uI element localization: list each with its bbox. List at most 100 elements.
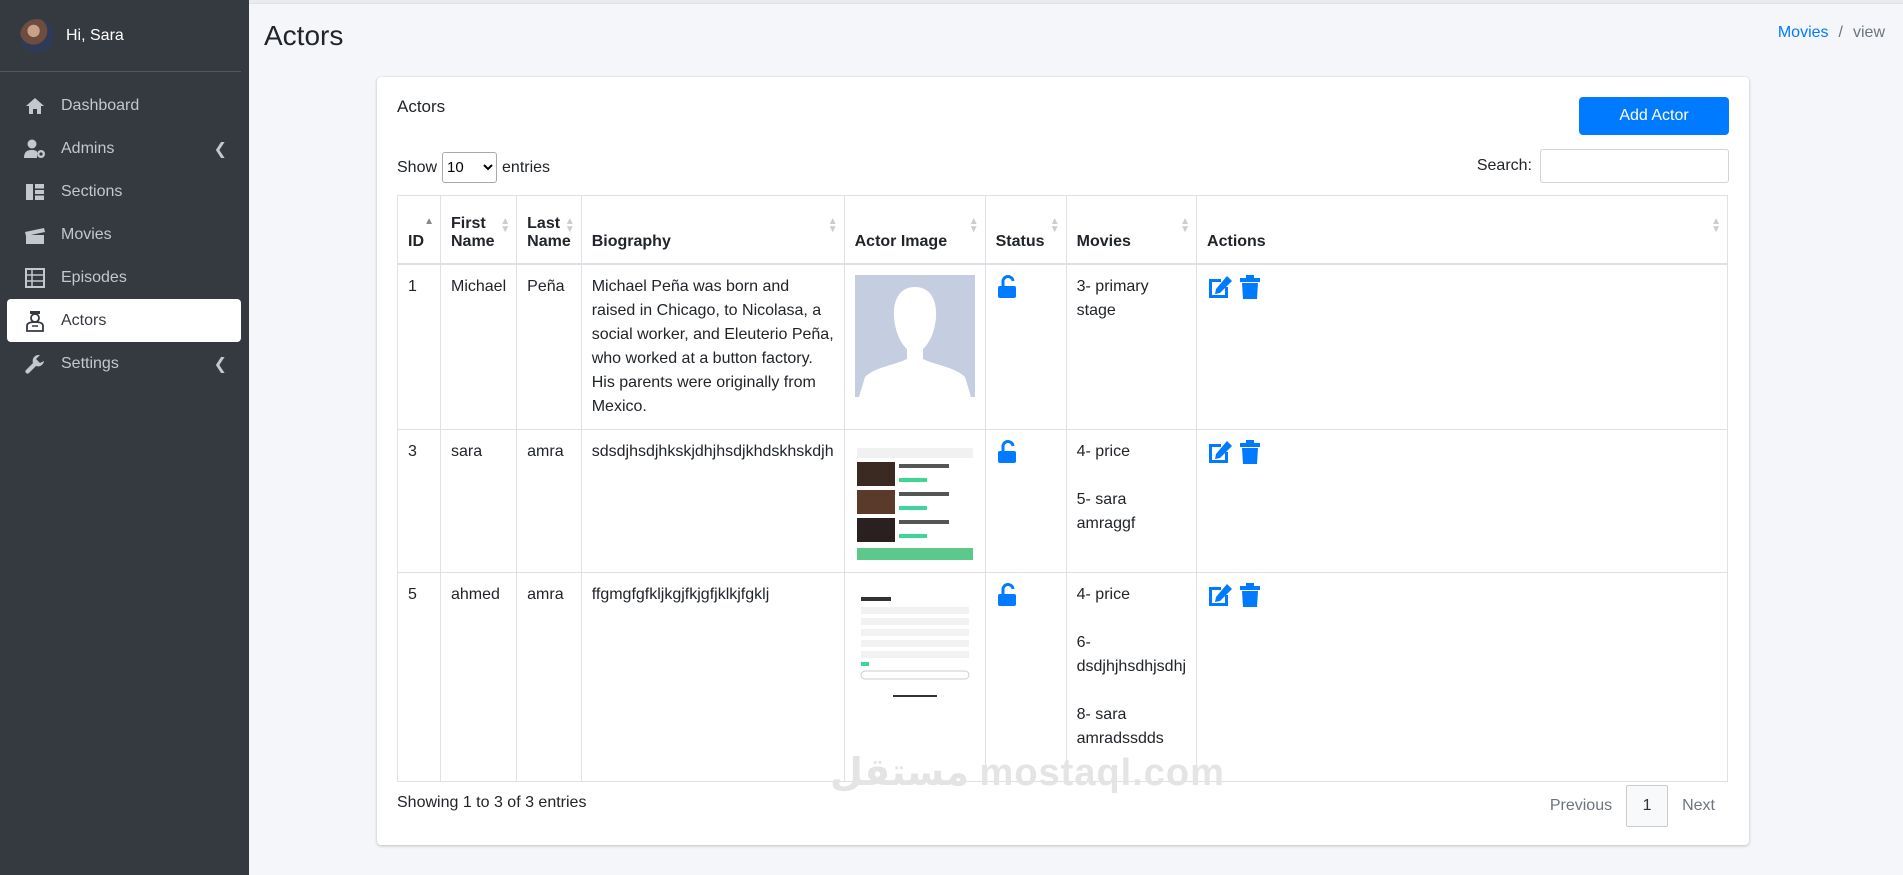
movie-item: 8- sara amradssdds xyxy=(1076,706,1164,747)
table-row: 1 Michael Peña Michael Peña was born and… xyxy=(397,263,1728,430)
sidebar-item-label: Admins xyxy=(61,139,115,157)
sidebar-item-label: Actors xyxy=(61,311,107,329)
search-label: Search: xyxy=(1476,157,1532,174)
breadcrumb-link-movies[interactable]: Movies xyxy=(1778,24,1829,41)
cell-first-name: sara xyxy=(439,429,518,573)
edit-icon[interactable] xyxy=(1207,583,1233,607)
chevron-left-icon: ❮ xyxy=(213,140,227,158)
unlock-icon[interactable] xyxy=(996,582,1020,607)
unlock-icon[interactable] xyxy=(996,274,1020,299)
movie-item: 3- primary stage xyxy=(1076,278,1149,319)
sidebar-item-label: Dashboard xyxy=(61,96,140,114)
column-header-actor-image[interactable]: Actor Image ▲ ▼ xyxy=(843,195,986,265)
sort-icon: ▲ ▼ xyxy=(1711,216,1721,235)
sidebar-item-episodes[interactable]: Episodes xyxy=(7,256,241,299)
cell-id: 3 xyxy=(397,429,441,573)
cell-first-name: ahmed xyxy=(439,572,518,782)
cell-status xyxy=(984,263,1067,430)
cell-movies: 3- primary stage xyxy=(1065,263,1198,430)
length-prefix: Show xyxy=(397,158,438,176)
clapperboard-icon xyxy=(23,225,47,245)
entries-length-control: Show 10 entries xyxy=(397,152,550,183)
actor-placeholder-image xyxy=(854,275,975,397)
cell-last-name: Peña xyxy=(516,263,582,430)
column-header-first-name[interactable]: First Name ▲ ▼ xyxy=(439,195,518,265)
search-control: Search: xyxy=(1477,149,1729,183)
cell-movies: 4- price 5- sara amraggf xyxy=(1065,429,1198,573)
episodes-icon xyxy=(23,267,47,288)
cell-status xyxy=(984,429,1067,573)
top-navbar xyxy=(249,0,1903,4)
actor-screenshot-image xyxy=(854,440,975,562)
sidebar-nav: Dashboard Admins ❮ Sections Movies Episo… xyxy=(0,84,249,385)
actor-icon xyxy=(23,310,47,332)
breadcrumb-separator: / xyxy=(1838,24,1843,41)
entries-length-select[interactable]: 10 xyxy=(442,152,498,183)
watermark: مستقل mostaql.com xyxy=(830,752,1225,794)
sort-icon: ▲ ▼ xyxy=(968,216,979,235)
page-1-button[interactable]: 1 xyxy=(1626,785,1669,827)
sidebar-item-label: Movies xyxy=(61,225,112,243)
actors-card: Actors Add Actor Show 10 entries Search:… xyxy=(377,77,1749,845)
sort-icon: ▲ ▼ xyxy=(827,216,838,235)
column-header-id[interactable]: ID ▲ xyxy=(397,195,441,265)
card-title: Actors xyxy=(397,97,446,116)
pagination: Previous 1 Next xyxy=(1536,785,1729,827)
table-header-row: ID ▲ First Name ▲ ▼ Last Name ▲ ▼ Biography ▲ ▼… xyxy=(397,195,1728,265)
edit-icon[interactable] xyxy=(1207,440,1233,464)
cell-actions xyxy=(1196,429,1728,573)
movie-item: 6- dsdjhjhsdhjsdhj xyxy=(1076,634,1187,675)
user-greeting: Hi, Sara xyxy=(66,26,124,44)
sidebar-item-label: Episodes xyxy=(61,268,127,286)
breadcrumb: Movies / view xyxy=(1778,24,1885,42)
user-cog-icon xyxy=(23,139,47,159)
cell-last-name: amra xyxy=(516,429,582,573)
cell-last-name: amra xyxy=(516,572,582,782)
add-actor-button[interactable]: Add Actor xyxy=(1579,97,1729,135)
home-icon xyxy=(23,96,47,116)
trash-icon[interactable] xyxy=(1239,440,1261,464)
search-input[interactable] xyxy=(1540,149,1729,183)
cell-biography: sdsdjhsdjhkskjdhjhsdjkhdskhskdjh xyxy=(580,429,845,573)
trash-icon[interactable] xyxy=(1239,583,1261,607)
sidebar-item-sections[interactable]: Sections xyxy=(7,170,241,213)
next-page-button[interactable]: Next xyxy=(1682,797,1715,815)
table-info: Showing 1 to 3 of 3 entries xyxy=(397,794,587,811)
previous-page-button[interactable]: Previous xyxy=(1550,797,1612,815)
cell-actor-image xyxy=(843,263,986,430)
cell-biography: ffgmgfgfkljkgjfkjgfjklkjfgklj xyxy=(580,572,845,782)
page-title: Actors xyxy=(264,20,344,51)
sidebar-item-admins[interactable]: Admins ❮ xyxy=(7,127,241,170)
movie-item: 5- sara amraggf xyxy=(1076,491,1136,532)
sidebar-item-settings[interactable]: Settings ❮ xyxy=(7,342,241,385)
cell-biography: Michael Peña was born and raised in Chic… xyxy=(580,263,845,430)
breadcrumb-current: view xyxy=(1852,24,1885,41)
edit-icon[interactable] xyxy=(1207,275,1233,299)
column-header-actions[interactable]: Actions ▲ ▼ xyxy=(1196,195,1728,265)
sections-icon xyxy=(23,182,47,202)
user-panel[interactable]: Hi, Sara xyxy=(0,0,241,72)
cell-first-name: Michael xyxy=(439,263,518,430)
sidebar-item-dashboard[interactable]: Dashboard xyxy=(7,84,241,127)
length-suffix: entries xyxy=(502,158,551,176)
column-header-status[interactable]: Status ▲ ▼ xyxy=(984,195,1067,265)
actors-table: ID ▲ First Name ▲ ▼ Last Name ▲ ▼ Biography ▲ ▼… xyxy=(397,195,1728,782)
sort-icon: ▲ ▼ xyxy=(1180,216,1191,235)
actor-screenshot-image xyxy=(854,583,975,705)
sidebar-item-label: Sections xyxy=(61,182,123,200)
cell-actions xyxy=(1196,263,1728,430)
cell-id: 5 xyxy=(397,572,441,782)
sort-icon: ▲ ▼ xyxy=(564,216,575,235)
sort-icon: ▲ ▼ xyxy=(1049,216,1060,235)
column-header-movies[interactable]: Movies ▲ ▼ xyxy=(1065,195,1198,265)
unlock-icon[interactable] xyxy=(996,439,1020,464)
cell-actions xyxy=(1196,572,1728,782)
movie-item: 4- price xyxy=(1076,443,1130,460)
column-header-biography[interactable]: Biography ▲ ▼ xyxy=(580,195,845,265)
sidebar-item-actors[interactable]: Actors xyxy=(7,299,241,342)
table-row: 3 sara amra sdsdjhsdjhkskjdhjhsdjkhdskhs… xyxy=(397,429,1728,573)
trash-icon[interactable] xyxy=(1239,275,1261,299)
column-header-last-name[interactable]: Last Name ▲ ▼ xyxy=(516,195,582,265)
sidebar-item-label: Settings xyxy=(61,354,119,372)
sidebar-item-movies[interactable]: Movies xyxy=(7,213,241,256)
